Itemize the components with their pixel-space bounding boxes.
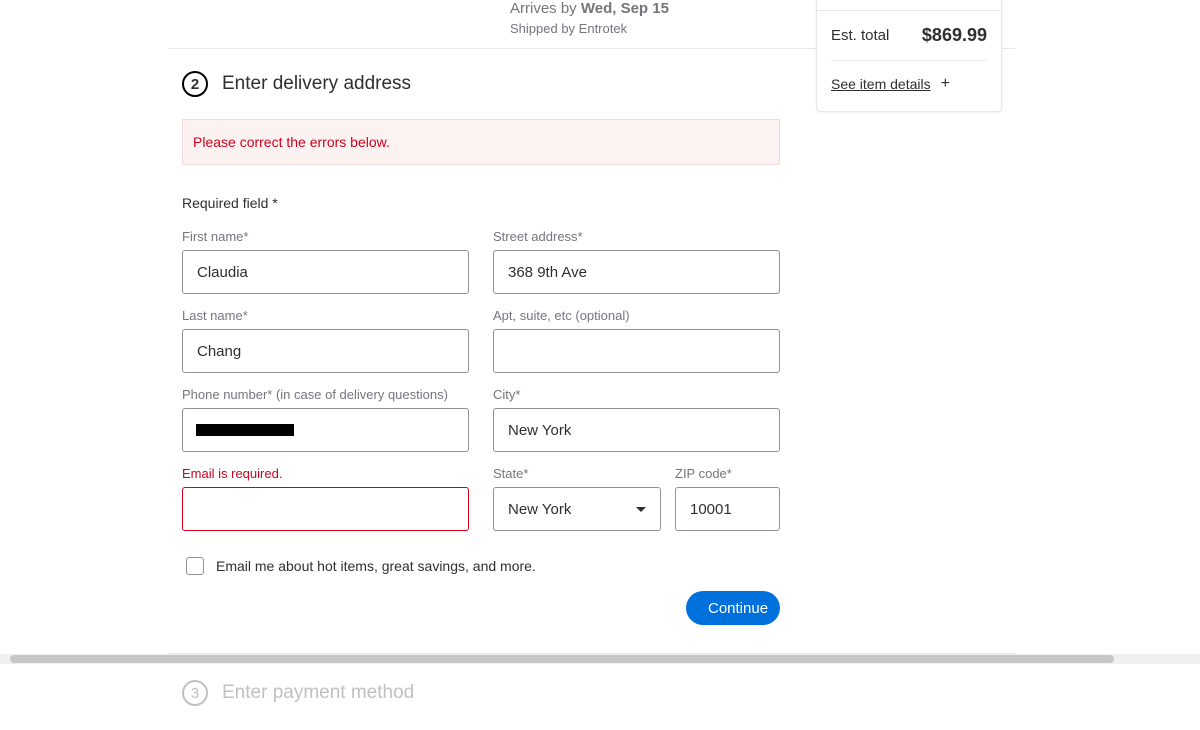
step-2-title: Enter delivery address (222, 73, 411, 95)
step-3-title: Enter payment method (222, 682, 414, 704)
phone-label: Phone number* (in case of delivery quest… (182, 387, 469, 402)
phone-input[interactable] (182, 408, 469, 452)
state-value: New York (508, 501, 571, 518)
email-optin-checkbox[interactable] (186, 557, 204, 575)
step-3-header: 3 Enter payment method (168, 654, 948, 730)
order-summary-card: (calculated once address is confirmed) E… (816, 0, 1002, 112)
divider (831, 60, 987, 61)
first-name-label: First name* (182, 229, 469, 244)
email-input[interactable] (182, 487, 469, 531)
see-item-details-label: See item details (831, 76, 931, 92)
first-name-input[interactable] (182, 250, 469, 294)
last-name-label: Last name* (182, 308, 469, 323)
zip-input[interactable] (675, 487, 780, 531)
scrollbar-thumb[interactable] (10, 655, 1114, 663)
horizontal-scrollbar[interactable] (0, 654, 1200, 664)
arrives-prefix: Arrives by (510, 0, 581, 17)
est-total-amount: $869.99 (922, 25, 987, 46)
street-label: Street address* (493, 229, 780, 244)
step-number-badge: 2 (182, 71, 208, 97)
plus-icon: + (941, 75, 950, 93)
state-select[interactable]: New York (493, 487, 661, 531)
continue-button[interactable]: Continue (686, 591, 780, 625)
shipped-prefix: Shipped by (510, 21, 579, 36)
divider (817, 10, 1001, 11)
required-field-note: Required field * (182, 195, 948, 211)
form-error-banner: Please correct the errors below. (182, 119, 780, 165)
state-label: State* (493, 466, 661, 481)
zip-label: ZIP code* (675, 466, 780, 481)
apt-label: Apt, suite, etc (optional) (493, 308, 780, 323)
email-optin-label: Email me about hot items, great savings,… (216, 558, 536, 574)
apt-input[interactable] (493, 329, 780, 373)
chevron-down-icon (636, 507, 646, 512)
email-error-label: Email is required. (182, 466, 469, 481)
est-total-label: Est. total (831, 27, 889, 44)
city-input[interactable] (493, 408, 780, 452)
see-item-details-toggle[interactable]: See item details + (831, 75, 987, 93)
arrives-date: Wed, Sep 15 (581, 0, 669, 17)
step-number-badge: 3 (182, 680, 208, 706)
city-label: City* (493, 387, 780, 402)
street-input[interactable] (493, 250, 780, 294)
shipped-by: Entrotek (579, 21, 627, 36)
last-name-input[interactable] (182, 329, 469, 373)
